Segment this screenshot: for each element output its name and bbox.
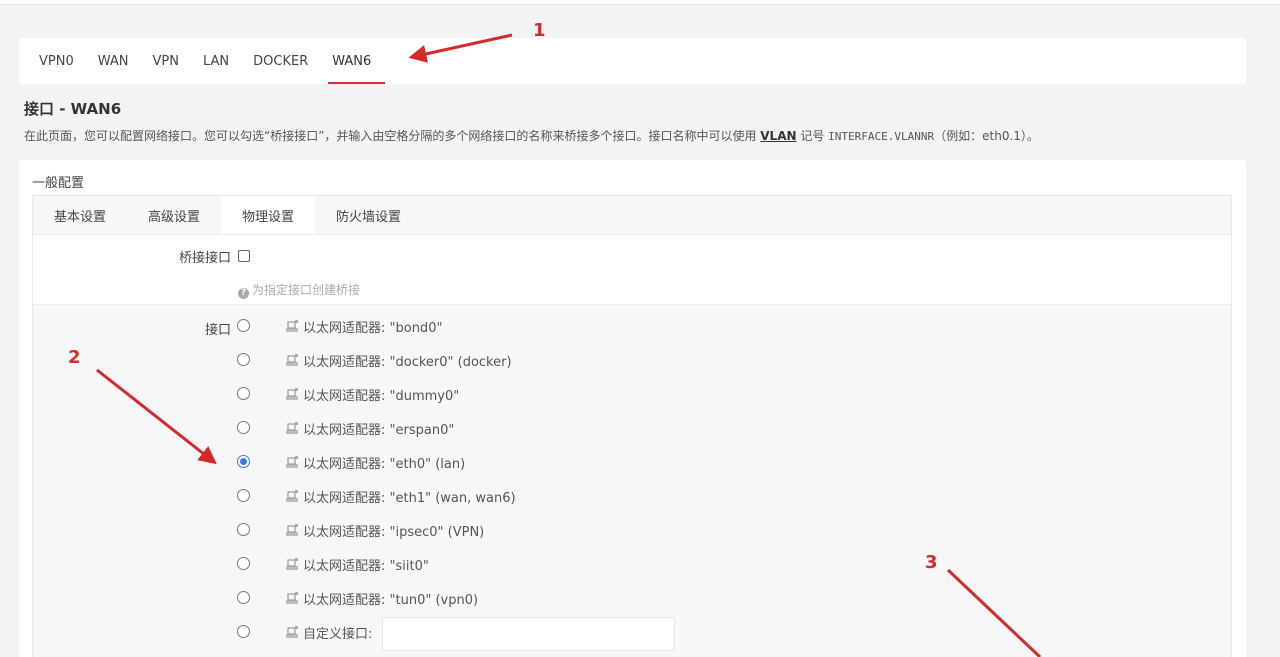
tab-vpn0[interactable]: VPN0 [27, 38, 86, 84]
annotation-2: 2 [68, 347, 81, 368]
subtab-basic[interactable]: 基本设置 [33, 196, 127, 234]
vlan-link[interactable]: VLAN [760, 129, 796, 143]
interface-option[interactable]: 以太网适配器: "eth0" (lan) [33, 447, 1231, 481]
ethernet-adapter-icon [285, 590, 299, 604]
interface-option[interactable]: 以太网适配器: "bond0" [33, 311, 1231, 345]
interface-radio[interactable] [237, 387, 250, 400]
desc-text-2: 记号 [796, 129, 829, 143]
ethernet-adapter-icon [285, 420, 299, 434]
config-subtabs: 基本设置 高级设置 物理设置 防火墙设置 [33, 196, 1231, 235]
question-icon: ? [238, 288, 249, 299]
custom-interface-option[interactable]: 自定义接口: [33, 617, 1231, 651]
interface-radio[interactable] [237, 353, 250, 366]
subtab-firewall[interactable]: 防火墙设置 [315, 196, 422, 234]
subtab-physical[interactable]: 物理设置 [221, 196, 316, 234]
tab-wan6[interactable]: WAN6 [320, 38, 386, 84]
interface-option-label: 以太网适配器: "eth0" (lan) [303, 457, 466, 472]
annotation-3: 3 [925, 552, 938, 573]
interface-row: 接口 以太网适配器: "bond0" 以太网适配器: "docker0" (doc… [33, 305, 1231, 657]
interface-radio[interactable] [237, 591, 250, 604]
tab-docker[interactable]: DOCKER [241, 38, 320, 84]
desc-text-3: （例如：eth0.1）。 [934, 129, 1039, 143]
interface-radio[interactable] [237, 421, 250, 434]
interface-radio[interactable] [237, 489, 250, 502]
bridge-label: 桥接接口 [178, 251, 231, 266]
ethernet-adapter-icon [285, 318, 299, 332]
page-title: 接口 - WAN6 [24, 100, 122, 118]
bridge-checkbox[interactable] [238, 250, 250, 262]
interface-tabs: VPN0 WAN VPN LAN DOCKER WAN6 [19, 38, 1246, 84]
interface-option-label: 以太网适配器: "dummy0" [303, 389, 460, 404]
custom-interface-label: 自定义接口: [303, 627, 373, 642]
custom-interface-input[interactable] [382, 617, 675, 651]
interface-option-label: 以太网适配器: "eth1" (wan, wan6) [303, 491, 516, 506]
interface-option[interactable]: 以太网适配器: "ipsec0" (VPN) [33, 515, 1231, 549]
interface-option[interactable]: 以太网适配器: "siit0" [33, 549, 1231, 583]
section-title: 一般配置 [32, 176, 85, 191]
interface-option-label: 以太网适配器: "docker0" (docker) [303, 355, 512, 370]
config-panel: 基本设置 高级设置 物理设置 防火墙设置 桥接接口 ? 为指定接口创建桥接 接口 … [32, 195, 1232, 657]
top-bar [0, 0, 1280, 5]
tab-wan[interactable]: WAN [86, 38, 141, 84]
bridge-hint-text: 为指定接口创建桥接 [252, 283, 361, 297]
interface-option[interactable]: 以太网适配器: "docker0" (docker) [33, 345, 1231, 379]
interface-option-label: 以太网适配器: "siit0" [303, 559, 429, 574]
interface-option[interactable]: 以太网适配器: "dummy0" [33, 379, 1231, 413]
ethernet-adapter-icon [285, 556, 299, 570]
ethernet-adapter-icon [285, 488, 299, 502]
interface-option-label: 以太网适配器: "ipsec0" (VPN) [303, 525, 485, 540]
subtab-advanced[interactable]: 高级设置 [127, 196, 221, 234]
interface-option[interactable]: 以太网适配器: "erspan0" [33, 413, 1231, 447]
page-description: 在此页面，您可以配置网络接口。您可以勾选“桥接接口”，并输入由空格分隔的多个网络… [24, 127, 1039, 144]
interface-option-label: 以太网适配器: "tun0" (vpn0) [303, 593, 479, 608]
interface-option-label: 以太网适配器: "erspan0" [303, 423, 455, 438]
tab-vpn[interactable]: VPN [141, 38, 191, 84]
annotation-1: 1 [533, 20, 546, 41]
interface-radio[interactable] [237, 319, 250, 332]
ethernet-adapter-icon [285, 352, 299, 366]
ethernet-adapter-icon [285, 624, 299, 638]
tab-lan[interactable]: LAN [191, 38, 241, 84]
interface-option-label: 以太网适配器: "bond0" [303, 321, 443, 336]
ethernet-adapter-icon [285, 454, 299, 468]
desc-text-1: 在此页面，您可以配置网络接口。您可以勾选“桥接接口”，并输入由空格分隔的多个网络… [24, 129, 761, 143]
interface-radio[interactable] [237, 523, 250, 536]
bridge-row: 桥接接口 ? 为指定接口创建桥接 [33, 235, 1231, 305]
bridge-hint: ? 为指定接口创建桥接 [238, 281, 360, 299]
interface-option[interactable]: 以太网适配器: "tun0" (vpn0) [33, 583, 1231, 617]
custom-interface-radio[interactable] [237, 625, 250, 638]
interface-option[interactable]: 以太网适配器: "eth1" (wan, wan6) [33, 481, 1231, 515]
desc-code: INTERFACE.VLANNR [828, 130, 935, 143]
interface-radio[interactable] [237, 455, 250, 468]
interface-radio[interactable] [237, 557, 250, 570]
ethernet-adapter-icon [285, 386, 299, 400]
general-config-card: 一般配置 基本设置 高级设置 物理设置 防火墙设置 桥接接口 ? 为指定接口创建桥… [19, 160, 1246, 657]
ethernet-adapter-icon [285, 522, 299, 536]
